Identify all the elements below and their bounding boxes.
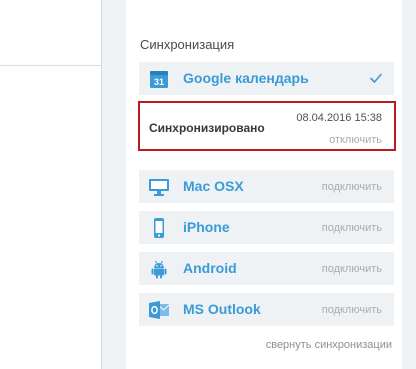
sync-status-box: Синхронизировано 08.04.2016 15:38 отключ… <box>138 101 396 151</box>
calendar-day-label: 31 <box>154 77 164 87</box>
connect-link[interactable]: подключить <box>322 181 382 193</box>
service-row-iphone[interactable]: iPhone подключить <box>139 211 394 244</box>
google-calendar-row[interactable]: 31 Google календарь <box>139 62 394 95</box>
service-row-android[interactable]: Android подключить <box>139 252 394 285</box>
panel-gutter <box>102 0 126 369</box>
checkmark-icon <box>370 73 382 83</box>
service-row-ms-outlook[interactable]: MS Outlook подключить <box>139 293 394 326</box>
connect-link[interactable]: подключить <box>322 263 382 275</box>
iphone-icon <box>154 218 164 238</box>
sync-title: Синхронизация <box>140 37 235 52</box>
google-calendar-label: Google календарь <box>183 70 309 86</box>
sync-timestamp: 08.04.2016 15:38 <box>296 112 382 124</box>
left-panel <box>0 0 102 369</box>
service-name: Android <box>183 260 237 276</box>
collapse-sync-link[interactable]: свернуть синхронизации <box>266 339 392 351</box>
connect-link[interactable]: подключить <box>322 222 382 234</box>
service-row-mac-osx[interactable]: Mac OSX подключить <box>139 170 394 203</box>
monitor-icon <box>149 179 169 196</box>
service-name: iPhone <box>183 219 230 235</box>
service-name: MS Outlook <box>183 301 261 317</box>
left-panel-divider <box>0 65 101 66</box>
sync-status-label: Синхронизировано <box>149 121 265 135</box>
sync-panel: Синхронизация 31 Google календарь Синхро… <box>126 0 402 369</box>
right-gutter <box>402 0 416 369</box>
service-name: Mac OSX <box>183 178 244 194</box>
google-calendar-icon: 31 <box>150 71 168 88</box>
outlook-icon <box>149 301 169 319</box>
disconnect-link[interactable]: отключить <box>329 134 382 146</box>
connect-link[interactable]: подключить <box>322 304 382 316</box>
android-icon <box>151 260 167 279</box>
